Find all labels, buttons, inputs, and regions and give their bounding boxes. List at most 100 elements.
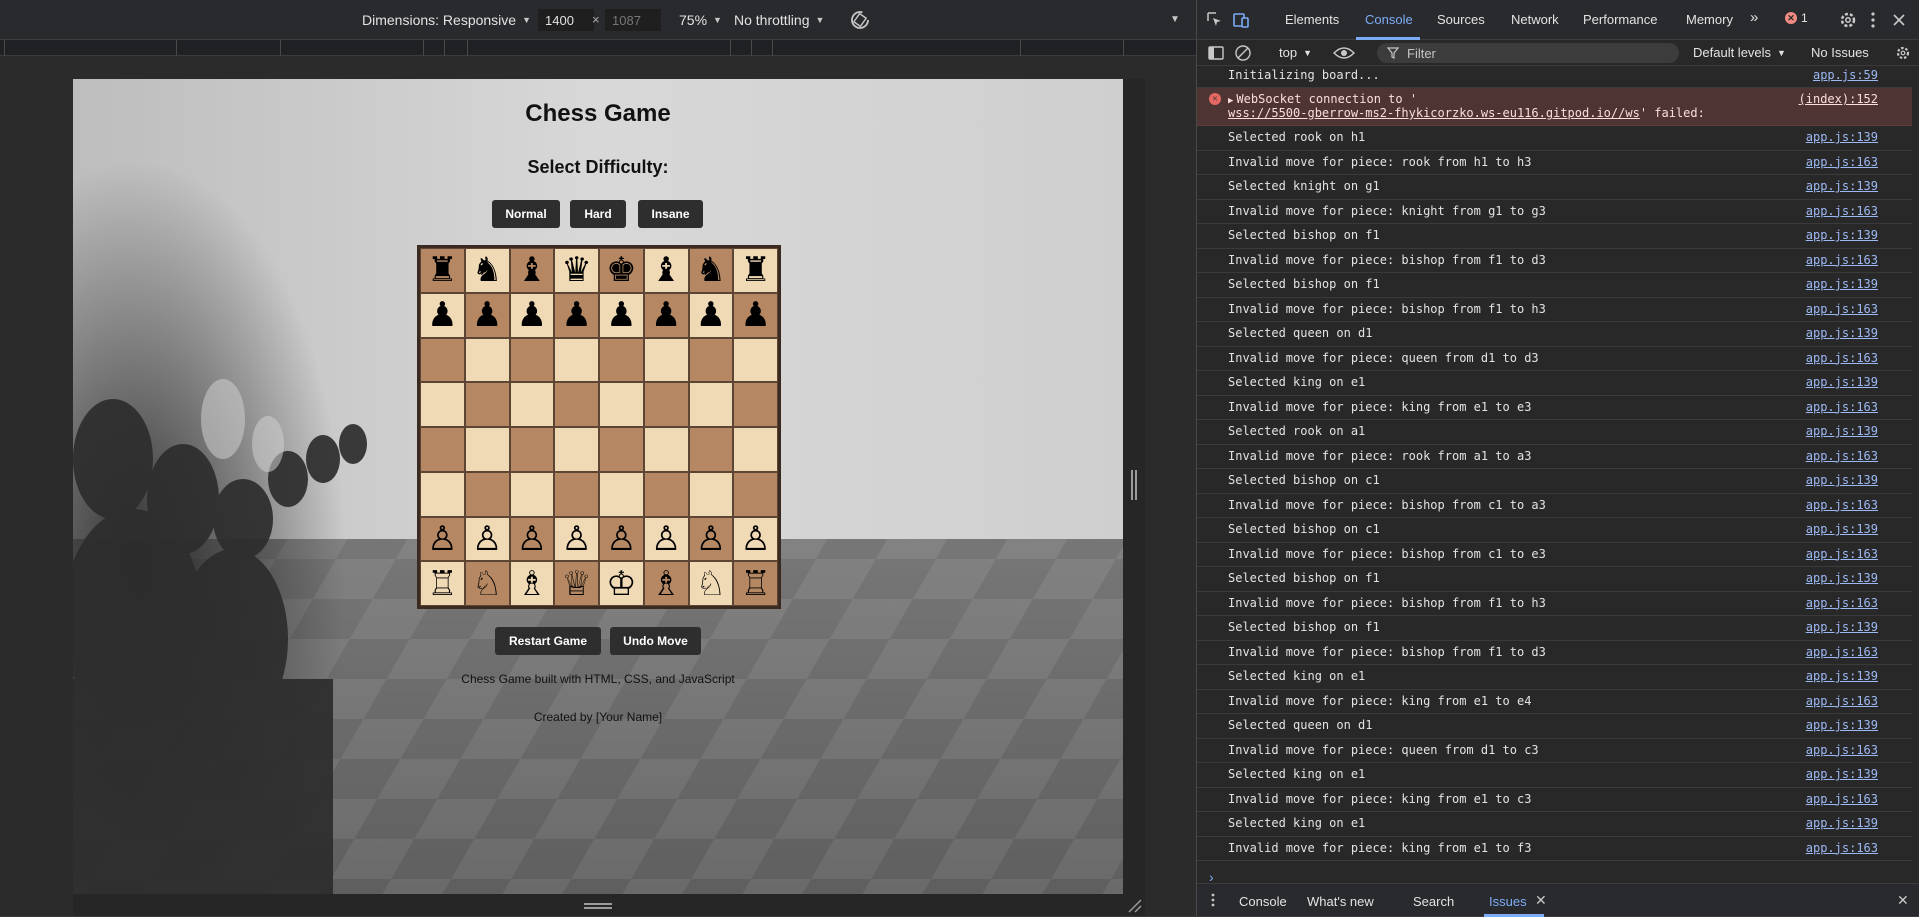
board-square-c3[interactable] [509, 471, 555, 517]
device-toolbar-menu-icon[interactable]: ▼ [1170, 14, 1180, 25]
resize-handle-icon[interactable] [1130, 470, 1138, 500]
board-square-a1[interactable]: ♖ [420, 561, 465, 606]
board-square-b3[interactable] [464, 471, 510, 517]
close-tab-icon[interactable]: ✕ [1535, 892, 1547, 909]
console-source-link[interactable]: app.js:139 [1806, 424, 1878, 438]
board-square-b7[interactable]: ♟ [464, 292, 510, 338]
board-square-e1[interactable]: ♔ [599, 561, 644, 606]
chevron-double-right-icon[interactable]: » [1750, 9, 1758, 26]
console-source-link[interactable]: app.js:163 [1806, 498, 1878, 512]
device-toolbar-toggle-icon[interactable] [1231, 10, 1251, 30]
gear-icon[interactable] [1838, 10, 1858, 30]
board-square-b1[interactable]: ♘ [464, 561, 510, 606]
board-square-h2[interactable]: ♙ [733, 516, 778, 562]
console-source-link[interactable]: app.js:163 [1806, 302, 1878, 316]
console-source-link[interactable]: app.js:163 [1806, 155, 1878, 169]
error-count-badge[interactable]: ✕ 1 [1785, 11, 1808, 25]
board-square-e8[interactable]: ♚ [599, 248, 644, 293]
close-icon[interactable] [1889, 10, 1909, 30]
board-square-f4[interactable] [643, 427, 689, 472]
board-square-d8[interactable]: ♛ [554, 248, 599, 293]
console-source-link[interactable]: app.js:139 [1806, 277, 1878, 291]
drawer-tab-issues[interactable]: Issues [1489, 894, 1527, 909]
tab-sources[interactable]: Sources [1437, 12, 1485, 27]
undo-move-button[interactable]: Undo Move [610, 627, 701, 655]
console-source-link[interactable]: app.js:163 [1806, 792, 1878, 806]
board-square-h3[interactable] [733, 471, 778, 517]
console-source-link[interactable]: app.js:163 [1806, 596, 1878, 610]
expand-triangle-icon[interactable]: ▶ [1228, 96, 1233, 106]
corner-resize-icon[interactable] [1126, 897, 1142, 913]
console-source-link[interactable]: app.js:139 [1806, 669, 1878, 683]
console-settings-icon[interactable] [1895, 45, 1911, 61]
resize-handle-icon[interactable] [584, 902, 612, 910]
board-square-f3[interactable] [643, 471, 689, 517]
console-source-link[interactable]: app.js:163 [1806, 400, 1878, 414]
board-square-h7[interactable]: ♟ [733, 292, 778, 338]
tab-console[interactable]: Console [1365, 12, 1413, 27]
console-source-link[interactable]: app.js:163 [1806, 841, 1878, 855]
console-source-link[interactable]: app.js:139 [1806, 130, 1878, 144]
board-square-d4[interactable] [554, 427, 599, 472]
eye-icon[interactable] [1333, 45, 1355, 61]
board-square-b2[interactable]: ♙ [464, 516, 510, 562]
board-square-e4[interactable] [599, 427, 644, 472]
board-square-d1[interactable]: ♕ [554, 561, 599, 606]
console-source-link[interactable]: app.js:139 [1806, 473, 1878, 487]
board-square-b5[interactable] [464, 382, 510, 427]
board-square-g2[interactable]: ♙ [688, 516, 734, 562]
board-square-a5[interactable] [420, 382, 465, 427]
board-square-e5[interactable] [599, 382, 644, 427]
console-source-link[interactable]: app.js:163 [1806, 253, 1878, 267]
rotate-icon[interactable] [849, 9, 871, 31]
tab-elements[interactable]: Elements [1285, 12, 1339, 27]
tab-performance[interactable]: Performance [1583, 12, 1657, 27]
error-url-link[interactable]: wss://5500-gberrow-ms2-fhykicorzko.ws-eu… [1228, 106, 1640, 120]
board-square-h4[interactable] [733, 427, 778, 472]
board-square-g7[interactable]: ♟ [688, 292, 734, 338]
board-square-c5[interactable] [509, 382, 555, 427]
console-scrollbar[interactable] [1912, 66, 1919, 883]
board-square-g3[interactable] [688, 471, 734, 517]
console-source-link[interactable]: app.js:163 [1806, 204, 1878, 218]
board-square-c7[interactable]: ♟ [509, 292, 555, 338]
console-source-link[interactable]: app.js:139 [1806, 816, 1878, 830]
board-square-b8[interactable]: ♞ [464, 248, 510, 293]
height-input[interactable] [605, 9, 661, 31]
console-source-link[interactable]: app.js:139 [1806, 228, 1878, 242]
tab-network[interactable]: Network [1511, 12, 1559, 27]
console-source-link[interactable]: app.js:163 [1806, 645, 1878, 659]
sidebar-toggle-icon[interactable] [1207, 44, 1225, 62]
console-source-link[interactable]: app.js:163 [1806, 743, 1878, 757]
console-source-link[interactable]: app.js:59 [1813, 68, 1878, 82]
board-square-c6[interactable] [509, 337, 555, 383]
dimensions-dropdown[interactable]: Dimensions: Responsive ▼ [362, 12, 531, 28]
board-square-g1[interactable]: ♘ [688, 561, 734, 606]
board-square-a2[interactable]: ♙ [420, 516, 465, 562]
difficulty-hard-button[interactable]: Hard [570, 200, 626, 228]
inspect-element-icon[interactable] [1205, 10, 1225, 30]
restart-game-button[interactable]: Restart Game [495, 627, 601, 655]
console-source-link[interactable]: app.js:139 [1806, 620, 1878, 634]
console-source-link[interactable]: app.js:163 [1806, 694, 1878, 708]
board-square-d6[interactable] [554, 337, 599, 383]
more-options-icon[interactable] [1863, 10, 1883, 30]
board-square-e6[interactable] [599, 337, 644, 383]
drawer-tab-console[interactable]: Console [1239, 894, 1287, 909]
board-square-f1[interactable]: ♗ [643, 561, 689, 606]
board-square-a8[interactable]: ♜ [420, 248, 465, 293]
console-source-link[interactable]: app.js:139 [1806, 375, 1878, 389]
tab-memory[interactable]: Memory [1686, 12, 1733, 27]
board-square-f5[interactable] [643, 382, 689, 427]
board-square-e2[interactable]: ♙ [599, 516, 644, 562]
board-square-f2[interactable]: ♙ [643, 516, 689, 562]
drawer-tab-whats-new[interactable]: What's new [1307, 894, 1374, 909]
board-square-b4[interactable] [464, 427, 510, 472]
width-input[interactable] [538, 9, 594, 31]
board-square-e7[interactable]: ♟ [599, 292, 644, 338]
log-levels-dropdown[interactable]: Default levels ▼ [1693, 45, 1786, 60]
console-source-link[interactable]: app.js:163 [1806, 449, 1878, 463]
console-source-link[interactable]: app.js:139 [1806, 522, 1878, 536]
more-options-icon[interactable] [1205, 892, 1221, 908]
zoom-dropdown[interactable]: 75% ▼ [679, 12, 722, 28]
